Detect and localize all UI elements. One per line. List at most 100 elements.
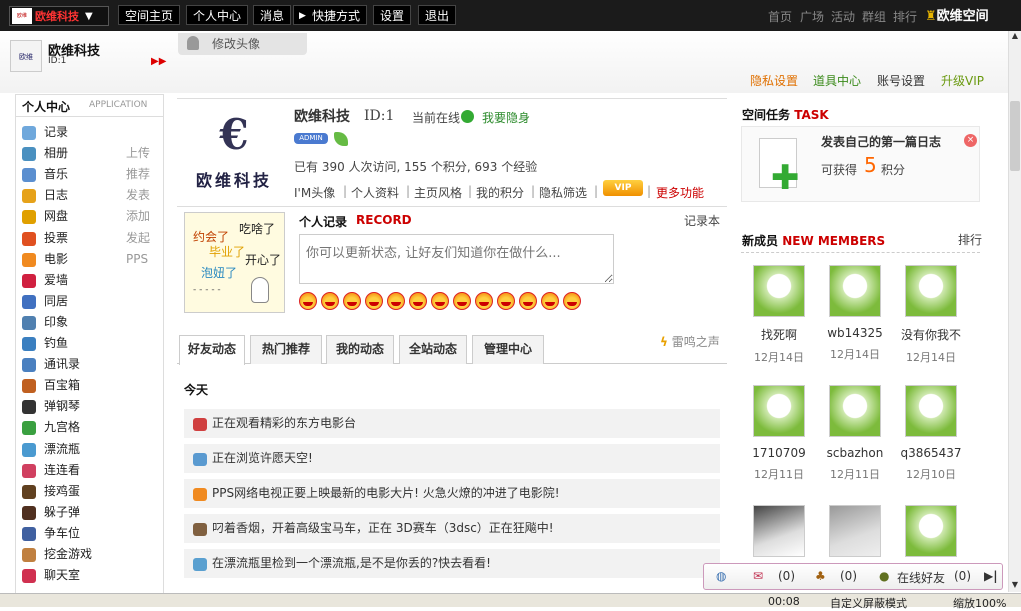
record-book-link[interactable]: 记录本 [684,212,720,229]
nav-shortcuts[interactable]: ▶ 快捷方式 [293,5,368,25]
profile-info-link[interactable]: 个人资料 [351,184,399,201]
collapse-icon[interactable]: ▶| [984,569,998,583]
home-style-link[interactable]: 主页风格 [414,184,462,201]
props-center-link[interactable]: 道具中心 [813,72,861,89]
sidebar-item[interactable]: 百宝箱 [21,375,161,396]
sidebar-item[interactable]: 同居 [21,291,161,312]
mail-icon[interactable]: ✉ [753,569,763,583]
friends-request-icon[interactable]: ♣ [815,569,826,583]
angry-face-icon[interactable] [563,292,581,310]
scroll-down-icon[interactable]: ▼ [1009,580,1021,592]
angry-face-icon[interactable] [299,292,317,310]
member-card[interactable]: 1710709 12月11日 [747,385,811,482]
sidebar-item[interactable]: 日志 发表 [21,185,161,206]
angry-face-icon[interactable] [453,292,471,310]
sidebar-item[interactable]: 九宫格 [21,417,161,438]
mood-image[interactable]: 约会了 吃啥了 毕业了 开心了 泡妞了 - - - - - [184,212,285,313]
sidebar-item-action[interactable]: PPS [126,249,148,270]
sidebar-item[interactable]: 接鸡蛋 [21,481,161,502]
member-name[interactable]: wb14325 [823,326,887,340]
sidebar-item-action[interactable]: 发表 [126,185,150,206]
sidebar-item-action[interactable]: 添加 [126,206,150,227]
tab-site-feed[interactable]: 全站动态 [399,335,467,364]
site-logo[interactable]: ♜欧维空间 [925,5,1000,29]
sidebar-item[interactable]: 网盘 添加 [21,206,161,227]
more-functions-link[interactable]: 更多功能 [656,184,704,201]
privacy-settings-link[interactable]: 隐私设置 [750,72,798,89]
sidebar-item-action[interactable]: 推荐 [126,164,150,185]
nav-groups[interactable]: 群组 [862,8,886,25]
sidebar-item[interactable]: 印象 [21,312,161,333]
vip-badge[interactable]: VIP [603,180,643,196]
tab-friend-feed[interactable]: 好友动态 [179,335,245,365]
privacy-filter-link[interactable]: 隐私筛选 [539,184,587,201]
globe-icon[interactable]: ◍ [716,569,726,583]
member-name[interactable]: 1710709 [747,446,811,460]
member-card[interactable] [899,505,963,557]
sidebar-item[interactable]: 钓鱼 [21,333,161,354]
ranking-link[interactable]: 排行 [958,231,982,248]
feed-item[interactable]: 叼着香烟，开着高级宝马车，正在 3D赛车（3dsc）正在狂飚中! [184,514,720,543]
nav-square[interactable]: 广场 [800,8,824,25]
status-input[interactable] [299,234,614,284]
sidebar-item[interactable]: 爱墙 [21,270,161,291]
profile-avatar[interactable]: € 欧维科技 [184,103,284,203]
scroll-thumb[interactable] [1010,101,1020,171]
sidebar-item[interactable]: 连连看 [21,460,161,481]
avatar[interactable]: 欧维 [10,40,42,72]
sidebar-item[interactable]: 漂流瓶 [21,439,161,460]
angry-face-icon[interactable] [343,292,361,310]
angry-face-icon[interactable] [409,292,427,310]
tab-management[interactable]: 管理中心 [472,335,544,364]
sidebar-item[interactable]: 挖金游戏 [21,544,161,565]
member-card[interactable] [747,505,811,557]
nav-space-home[interactable]: 空间主页 [118,5,181,25]
feed-item[interactable]: 在漂流瓶里检到一个漂流瓶,是不是你丢的?快去看看! [184,549,720,578]
member-card[interactable]: scbazhon 12月11日 [823,385,887,482]
tab-my-feed[interactable]: 我的动态 [326,335,394,364]
brand-switcher[interactable]: 欧维 欧维科技 ▼ [9,6,109,26]
nav-logout[interactable]: 退出 [418,5,457,25]
angry-face-icon[interactable] [541,292,559,310]
member-avatar[interactable] [753,265,805,317]
thunder-link[interactable]: ϟ 雷鸣之声 [660,333,720,350]
member-card[interactable]: wb14325 12月14日 [823,265,887,362]
vertical-scrollbar[interactable]: ▲ ▼ [1008,31,1021,592]
sidebar-item[interactable]: 聊天室 [21,565,161,586]
sidebar-item-action[interactable]: 上传 [126,143,150,164]
member-avatar[interactable] [905,265,957,317]
member-avatar[interactable] [753,385,805,437]
member-card[interactable] [823,505,887,557]
sidebar-item-action[interactable]: 发起 [126,228,150,249]
angry-face-icon[interactable] [519,292,537,310]
upgrade-vip-link[interactable]: 升级VIP [941,72,984,89]
sidebar-item[interactable]: 通讯录 [21,354,161,375]
expand-arrow-icon[interactable]: ▶▶ [151,56,166,67]
sidebar-item[interactable]: 记录 [21,122,161,143]
sidebar-item[interactable]: 相册 上传 [21,143,161,164]
sidebar-item[interactable]: 投票 发起 [21,228,161,249]
nav-personal-center[interactable]: 个人中心 [186,5,249,25]
account-settings-link[interactable]: 账号设置 [877,72,925,89]
feed-item[interactable]: 正在观看精彩的东方电影台 [184,409,720,438]
nav-messages[interactable]: 消息 [253,5,292,25]
go-invisible-link[interactable]: 我要隐身 [482,109,530,126]
edit-avatar-button[interactable]: 修改头像 [178,33,307,55]
angry-face-icon[interactable] [475,292,493,310]
member-name[interactable]: 找死啊 [747,326,811,343]
nav-settings[interactable]: 设置 [373,5,412,25]
member-avatar[interactable] [829,505,881,557]
nav-home[interactable]: 首页 [768,8,792,25]
sidebar-item[interactable]: 弹钢琴 [21,396,161,417]
member-name[interactable]: scbazhon [823,446,887,460]
member-avatar[interactable] [905,385,957,437]
feed-item[interactable]: PPS网络电视正要上映最新的电影大片! 火急火燎的冲进了电影院! [184,479,720,508]
sidebar-item[interactable]: 电影 PPS [21,249,161,270]
online-friends-button[interactable]: 在线好友 [897,569,945,586]
im-avatar-link[interactable]: I'M头像 [294,184,335,201]
nav-activity[interactable]: 活动 [831,8,855,25]
member-name[interactable]: q3865437 [899,446,963,460]
angry-face-icon[interactable] [431,292,449,310]
scroll-up-icon[interactable]: ▲ [1009,31,1021,43]
member-avatar[interactable] [905,505,957,557]
